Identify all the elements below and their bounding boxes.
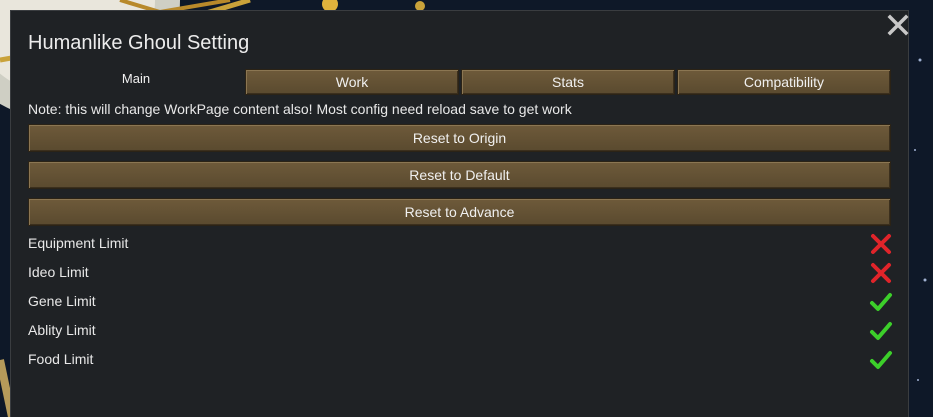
config-note: Note: this will change WorkPage content … (28, 101, 572, 117)
close-button[interactable] (886, 13, 910, 37)
setting-label: Ablity Limit (28, 322, 96, 338)
check-icon (870, 322, 892, 340)
setting-row-ablity-limit: Ablity Limit (28, 319, 893, 343)
cross-icon (871, 263, 891, 283)
setting-row-equipment-limit: Equipment Limit (28, 232, 891, 256)
tab-main[interactable]: Main (27, 69, 245, 95)
food-limit-toggle[interactable] (869, 348, 893, 372)
close-icon (887, 14, 909, 36)
reset-to-origin-button[interactable]: Reset to Origin (28, 124, 891, 152)
ideo-limit-toggle[interactable] (869, 261, 893, 285)
tab-work[interactable]: Work (245, 69, 459, 95)
check-icon (870, 293, 892, 311)
tab-stats[interactable]: Stats (461, 69, 675, 95)
setting-row-ideo-limit: Ideo Limit (28, 261, 891, 285)
ablity-limit-toggle[interactable] (869, 319, 893, 343)
setting-row-food-limit: Food Limit (28, 348, 893, 372)
setting-label: Equipment Limit (28, 235, 129, 251)
equipment-limit-toggle[interactable] (869, 232, 893, 256)
reset-to-advance-button[interactable]: Reset to Advance (28, 198, 891, 226)
settings-dialog: Humanlike Ghoul Setting Main Work Stats … (10, 10, 909, 417)
gene-limit-toggle[interactable] (869, 290, 893, 314)
setting-label: Food Limit (28, 351, 94, 367)
setting-label: Gene Limit (28, 293, 96, 309)
dialog-title: Humanlike Ghoul Setting (28, 32, 250, 54)
tab-compatibility[interactable]: Compatibility (677, 69, 891, 95)
reset-to-default-button[interactable]: Reset to Default (28, 161, 891, 189)
cross-icon (871, 234, 891, 254)
setting-label: Ideo Limit (28, 264, 89, 280)
check-icon (870, 351, 892, 369)
setting-row-gene-limit: Gene Limit (28, 290, 893, 314)
